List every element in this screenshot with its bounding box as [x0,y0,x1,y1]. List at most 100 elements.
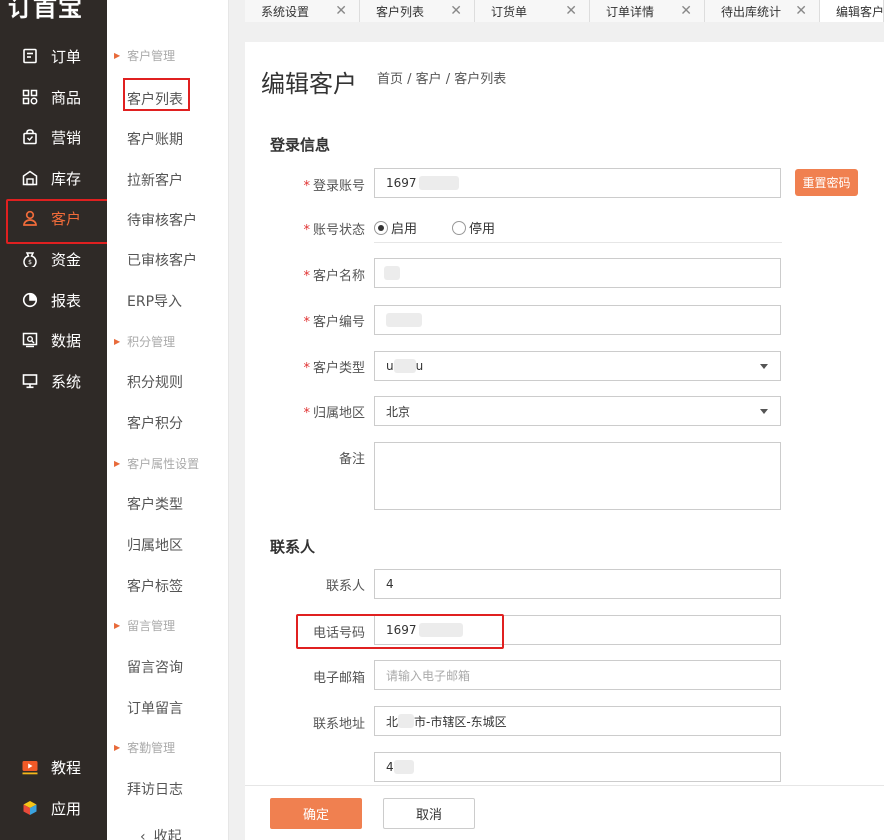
subnav-item-visit-log[interactable]: 拜访日志 [127,779,183,799]
subnav-item-customer-points[interactable]: 客户积分 [127,413,183,433]
tab-order-detail[interactable]: 订单详情 ✕ [590,0,705,22]
account-input[interactable]: 1697 [374,168,781,198]
contact-input[interactable]: 4 [374,569,781,599]
bag-icon [22,129,38,145]
subnav-section: ▶ 客户属性设置 [114,457,200,471]
highlight-box [6,199,113,244]
label-customer-type: * 客户类型 [303,361,365,376]
label-customer-code: * 客户编号 [303,315,365,330]
nav-label: 系统 [51,372,82,391]
grid-icon [22,89,38,105]
subnav-item-region[interactable]: 归属地区 [127,535,183,555]
address-select[interactable]: 北市-市辖区-东城区 [374,706,781,736]
triangle-icon: ▶ [114,51,121,60]
nav-label: 商品 [51,88,82,107]
nav-item-funds[interactable]: $ 资金 [0,239,107,279]
nav-label: 营销 [51,128,82,147]
page-title: 编辑客户 [261,70,357,98]
subnav-item-tags[interactable]: 客户标签 [127,576,183,596]
nav-item-system[interactable]: 系统 [0,361,107,401]
breadcrumb: 首页 / 客户 / 客户列表 [377,72,507,87]
subnav-section: ▶ 积分管理 [114,335,176,349]
section-title-login: 登录信息 [270,136,331,154]
customer-type-select[interactable]: uu [374,351,781,381]
nav-label: 报表 [51,291,82,310]
subnav-item-pending[interactable]: 待审核客户 [127,210,197,230]
label-account: * 登录账号 [303,179,365,194]
subnav-item-order-messages[interactable]: 订单留言 [127,698,183,718]
nav-item-apps[interactable]: 应用 [0,788,107,828]
close-icon[interactable]: ✕ [450,3,462,19]
warehouse-icon [22,170,38,186]
highlight-box [123,78,190,111]
nav-item-data[interactable]: 数据 [0,320,107,360]
region-select[interactable]: 北京 [374,396,781,426]
caret-down-icon [760,364,768,369]
main-nav: 订首宝 订单 商品 营销 库存 客户 $ 资金 报表 数据 系统 教程 应用 [0,0,107,840]
address-detail-input[interactable]: 4 [374,752,781,782]
close-icon[interactable]: ✕ [335,3,347,19]
radio-checked-icon [374,220,388,235]
pie-chart-icon [22,292,38,308]
customer-name-input[interactable] [374,258,781,288]
nav-label: 订单 [51,47,82,66]
tab-bar: 系统设置 ✕ 客户列表 ✕ 订货单 ✕ 订单详情 ✕ 待出库统计 ✕ 编辑客户 [229,0,884,22]
tab-pending-outbound[interactable]: 待出库统计 ✕ [705,0,820,22]
radio-enabled[interactable]: 启用 [374,218,417,237]
tab-system-settings[interactable]: 系统设置 ✕ [245,0,360,22]
collapse-button[interactable]: ‹ 收起 [140,826,182,840]
play-icon [22,759,38,775]
subnav-item-points-rules[interactable]: 积分规则 [127,372,183,392]
sub-nav: ▶ 客户管理 客户列表 客户账期 拉新客户 待审核客户 已审核客户 ERP导入 ▶… [107,0,229,840]
triangle-icon: ▶ [114,337,121,346]
subnav-item-erp-import[interactable]: ERP导入 [127,291,182,311]
label-account-status: * 账号状态 [303,223,365,238]
subnav-item-inquiries[interactable]: 留言咨询 [127,657,183,677]
nav-item-reports[interactable]: 报表 [0,280,107,320]
nav-item-orders[interactable]: 订单 [0,36,107,76]
subnav-item-customer-type[interactable]: 客户类型 [127,494,183,514]
triangle-icon: ▶ [114,459,121,468]
close-icon[interactable]: ✕ [795,3,807,19]
chevron-left-icon: ‹ [140,829,146,840]
nav-item-inventory[interactable]: 库存 [0,158,107,198]
caret-down-icon [760,409,768,414]
svg-text:$: $ [28,259,32,266]
monitor-icon [22,373,38,389]
cube-icon [22,800,38,816]
customer-code-input[interactable] [374,305,781,335]
subnav-item-approved[interactable]: 已审核客户 [127,250,197,270]
email-input[interactable]: 请输入电子邮箱 [374,660,781,690]
tab-order-form[interactable]: 订货单 ✕ [475,0,590,22]
nav-label: 库存 [51,169,82,188]
tab-customer-list[interactable]: 客户列表 ✕ [360,0,475,22]
confirm-button[interactable]: 确定 [270,798,362,829]
form-footer: 确定 取消 [245,785,884,840]
tab-edit-customer[interactable]: 编辑客户 [820,0,884,22]
nav-label: 数据 [51,331,82,350]
cancel-button[interactable]: 取消 [383,798,475,829]
divider [374,242,782,243]
section-title-contact: 联系人 [270,538,316,556]
triangle-icon: ▶ [114,621,121,630]
nav-item-tutorial[interactable]: 教程 [0,747,107,787]
subnav-section: ▶ 客户管理 [114,49,176,63]
app-logo: 订首宝 [8,0,83,22]
triangle-icon: ▶ [114,743,121,752]
reset-password-button[interactable]: 重置密码 [795,169,858,196]
label-customer-name: * 客户名称 [303,269,365,284]
close-icon[interactable]: ✕ [565,3,577,19]
subnav-section: ▶ 客勤管理 [114,741,176,755]
nav-label: 应用 [51,799,82,818]
subnav-item-new-customers[interactable]: 拉新客户 [127,170,183,190]
nav-item-marketing[interactable]: 营销 [0,117,107,157]
label-contact: 联系人 [325,579,365,594]
nav-item-products[interactable]: 商品 [0,77,107,117]
subnav-item-credit-terms[interactable]: 客户账期 [127,129,183,149]
radio-disabled[interactable]: 停用 [452,218,495,237]
close-icon[interactable]: ✕ [680,3,692,19]
nav-label: 教程 [51,758,82,777]
radio-unchecked-icon [452,220,466,235]
highlight-box [296,614,504,649]
remark-textarea[interactable] [374,442,781,510]
